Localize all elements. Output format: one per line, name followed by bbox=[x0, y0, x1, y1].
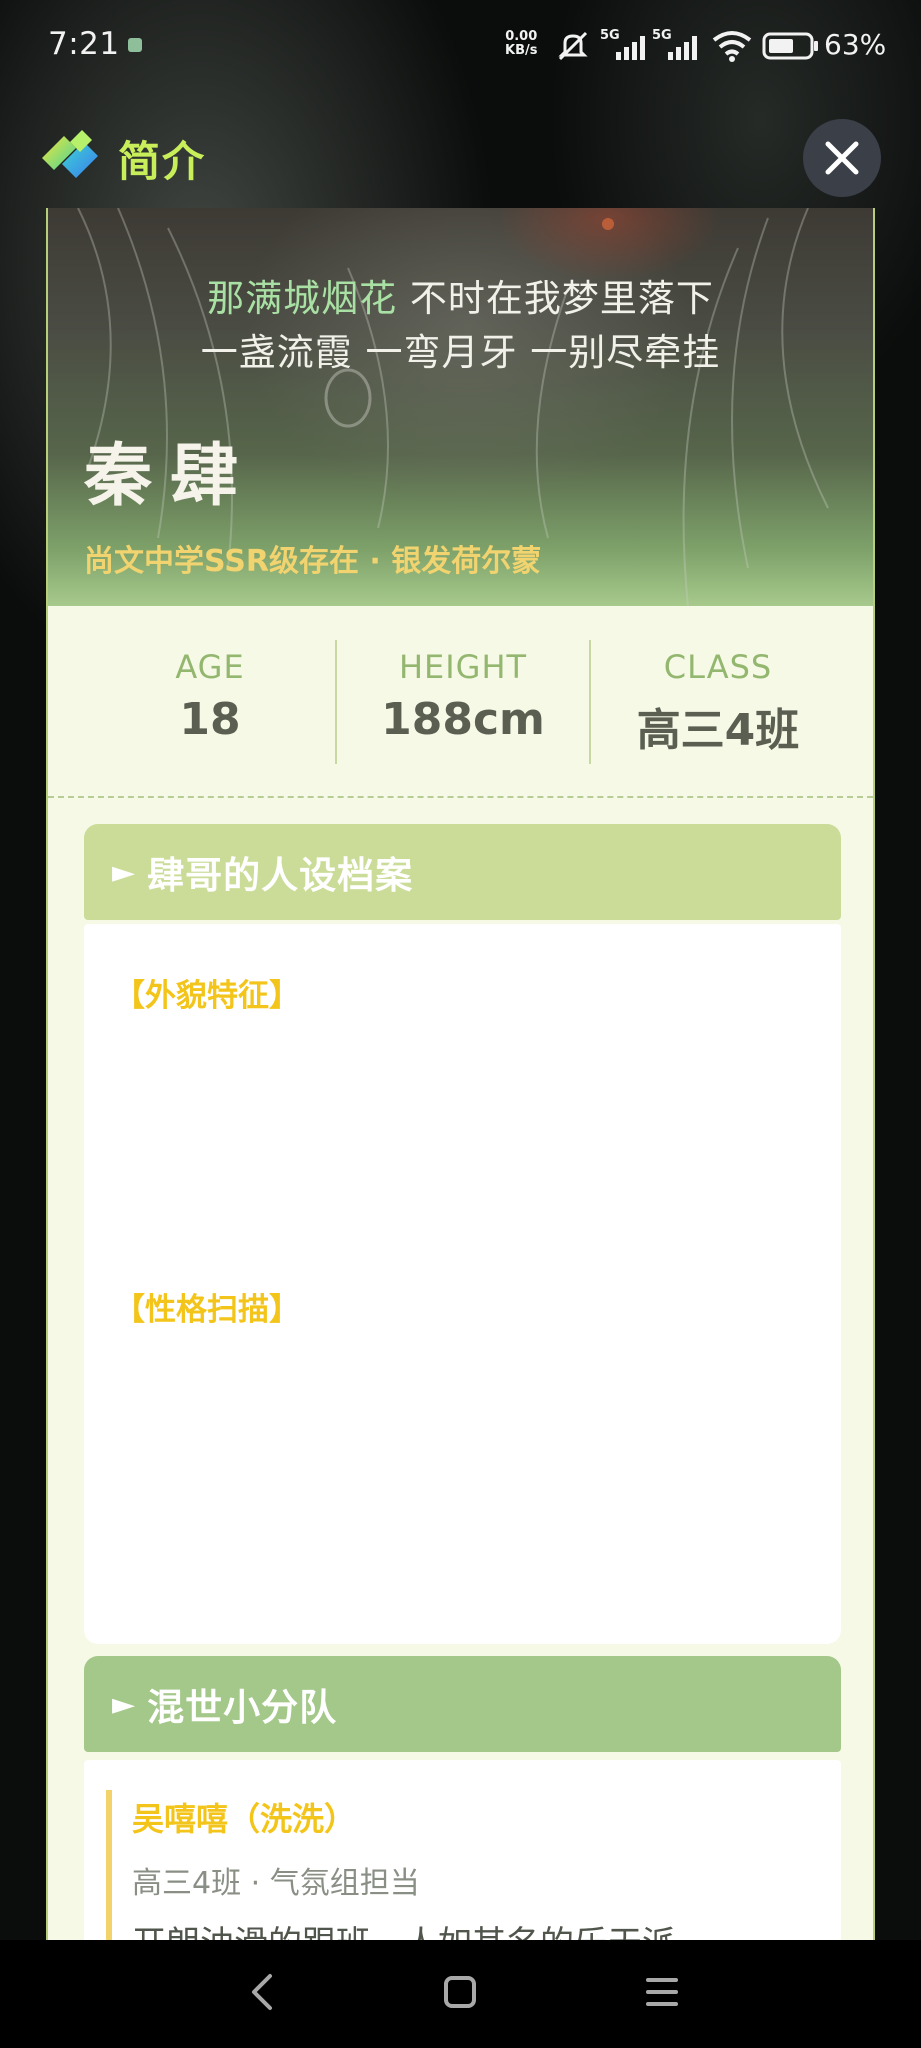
close-button[interactable] bbox=[803, 119, 881, 197]
stat-divider bbox=[589, 640, 591, 764]
profile-sheet[interactable]: 那满城烟花 不时在我梦里落下 一盏流霞 一弯月牙 一别尽牵挂 秦肆 尚文中学SS… bbox=[46, 208, 875, 1940]
play-arrow-icon: ► bbox=[112, 854, 136, 890]
mute-icon bbox=[558, 31, 588, 61]
battery-percent: 63% bbox=[824, 28, 887, 61]
status-bar: 7:21 0.00 KB/s 5G 5G 63% bbox=[0, 0, 921, 92]
stat-value: 188cm bbox=[381, 694, 545, 745]
section-title: 肆哥的人设档案 bbox=[147, 854, 414, 897]
section-header-squad[interactable]: ► 混世小分队 bbox=[84, 1656, 841, 1752]
app-logo-icon bbox=[42, 130, 98, 178]
signal-bars-icon bbox=[668, 36, 697, 60]
battery-icon bbox=[762, 32, 818, 60]
back-chevron-icon[interactable] bbox=[244, 1968, 280, 2016]
profile-section-body: 【外貌特征】 【性格扫描】 bbox=[84, 924, 841, 1644]
section-header-profile[interactable]: ► 肆哥的人设档案 bbox=[84, 824, 841, 920]
character-tagline: 尚文中学SSR级存在 · 银发荷尔蒙 bbox=[84, 544, 542, 579]
member-desc: 开朗油滑的跟班，人如其名的乐天派。 bbox=[132, 1916, 832, 1940]
character-name: 秦肆 bbox=[84, 437, 257, 516]
close-icon bbox=[825, 141, 859, 175]
stats-row: AGE 18 HEIGHT 188cm CLASS 高三4班 bbox=[48, 606, 873, 798]
personality-heading: 【性格扫描】 bbox=[114, 1292, 300, 1328]
dialog-header: 简介 bbox=[0, 100, 921, 210]
appearance-heading: 【外貌特征】 bbox=[114, 978, 300, 1014]
stat-divider bbox=[335, 640, 337, 764]
notification-icon bbox=[128, 38, 142, 52]
member-role: 高三4班 · 气氛组担当 bbox=[132, 1866, 420, 1901]
stat-label: AGE bbox=[175, 648, 245, 686]
section-title: 混世小分队 bbox=[147, 1686, 338, 1729]
squad-section-body: 吴嘻嘻（洗洗） 高三4班 · 气氛组担当 开朗油滑的跟班，人如其名的乐天派。 bbox=[84, 1760, 841, 1940]
lyric-accent: 那满城烟花 bbox=[207, 277, 398, 320]
play-arrow-icon: ► bbox=[112, 1686, 136, 1722]
stat-label: HEIGHT bbox=[398, 648, 528, 686]
net-speed: 0.00 KB/s bbox=[505, 30, 537, 58]
lyric-line-1: 那满城烟花 不时在我梦里落下 bbox=[48, 268, 873, 322]
stat-value: 高三4班 bbox=[636, 705, 800, 756]
lyric-line-1-rest: 不时在我梦里落下 bbox=[397, 277, 714, 320]
stat-label: CLASS bbox=[663, 648, 773, 686]
character-hero-banner: 那满城烟花 不时在我梦里落下 一盏流霞 一弯月牙 一别尽牵挂 秦肆 尚文中学SS… bbox=[48, 208, 873, 606]
stat-age: AGE 18 bbox=[85, 648, 335, 745]
home-square-icon[interactable] bbox=[440, 1968, 480, 2016]
system-nav-bar bbox=[0, 1940, 921, 2048]
stat-value: 18 bbox=[179, 694, 241, 745]
menu-lines-icon[interactable] bbox=[642, 1968, 682, 2016]
dialog-title: 简介 bbox=[118, 137, 207, 186]
lyric-line-2: 一盏流霞 一弯月牙 一别尽牵挂 bbox=[200, 331, 721, 374]
member-name: 吴嘻嘻（洗洗） bbox=[132, 1800, 357, 1838]
stat-height: HEIGHT 188cm bbox=[338, 648, 588, 745]
status-time: 7:21 bbox=[48, 26, 120, 62]
stat-class: CLASS 高三4班 bbox=[593, 648, 843, 758]
wifi-icon bbox=[712, 31, 752, 62]
net-speed-value: 0.00 bbox=[505, 29, 538, 44]
net-speed-unit: KB/s bbox=[505, 43, 538, 58]
squad-member-card: 吴嘻嘻（洗洗） 高三4班 · 气氛组担当 开朗油滑的跟班，人如其名的乐天派。 bbox=[106, 1790, 832, 1940]
